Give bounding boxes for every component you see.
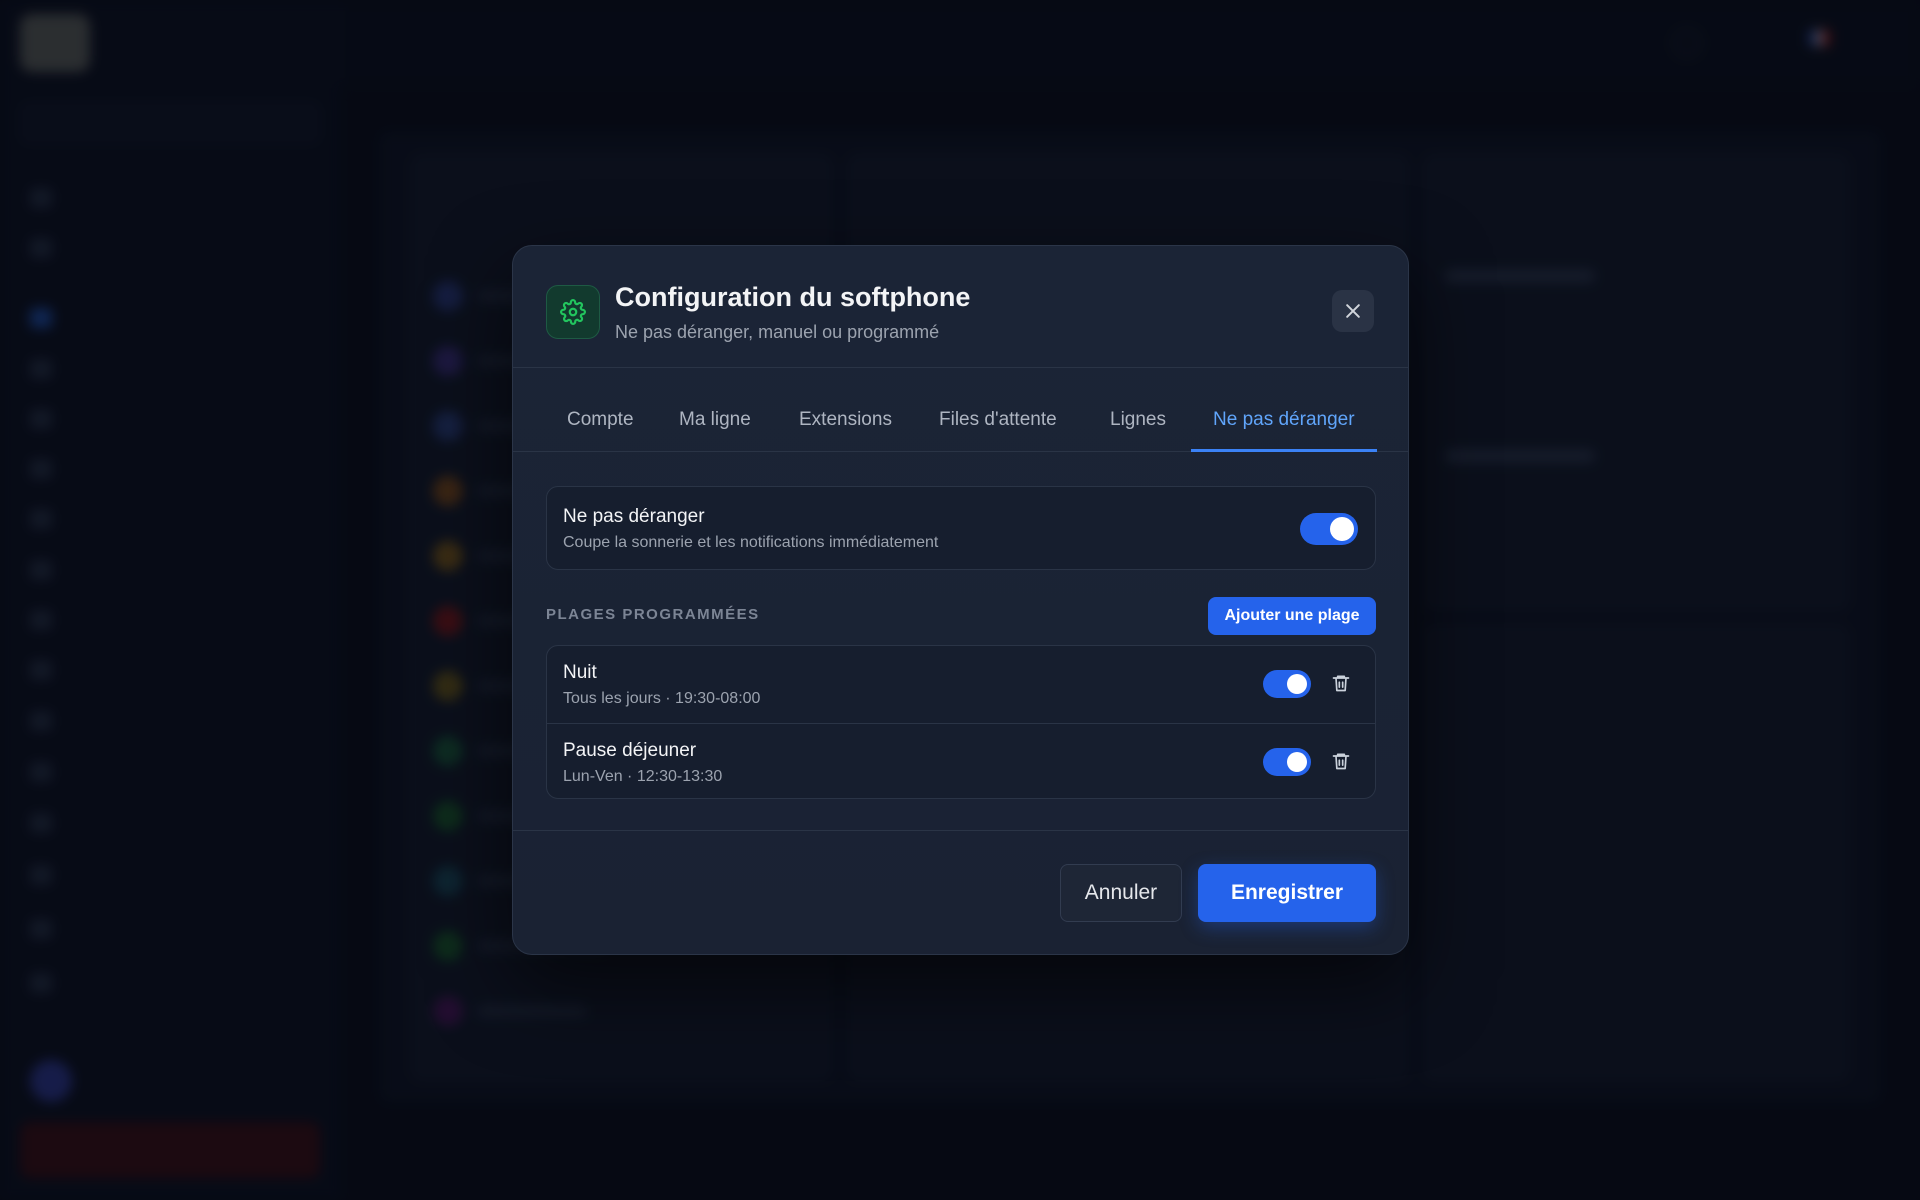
schedule-list: Nuit Tous les jours · 19:30-08:00 Pause … — [546, 645, 1376, 799]
schedule-row: Pause déjeuner Lun-Ven · 12:30-13:30 — [547, 723, 1375, 799]
schedule-toggle[interactable] — [1263, 748, 1311, 776]
schedule-time: Lun-Ven · 12:30-13:30 — [563, 768, 723, 785]
schedule-toggle[interactable] — [1263, 670, 1311, 698]
dnd-description: Coupe la sonnerie et les notifications i… — [563, 534, 939, 551]
schedules-section-label: PLAGES PROGRAMMÉES — [546, 606, 760, 623]
add-schedule-button[interactable]: Ajouter une plage — [1208, 597, 1376, 635]
trash-icon — [1332, 753, 1350, 770]
cancel-button[interactable]: Annuler — [1060, 864, 1182, 922]
gear-icon — [546, 285, 600, 339]
toggle-knob — [1287, 752, 1307, 772]
delete-schedule-button[interactable] — [1331, 750, 1353, 774]
schedule-time: Tous les jours · 19:30-08:00 — [563, 690, 761, 707]
tab-ma-ligne[interactable]: Ma ligne — [679, 368, 751, 452]
softphone-config-dialog: Configuration du softphone Ne pas dérang… — [512, 245, 1409, 955]
tab-ne-pas-deranger[interactable]: Ne pas déranger — [1191, 368, 1377, 452]
dialog-title: Configuration du softphone — [615, 282, 971, 312]
dnd-card: Ne pas déranger Coupe la sonnerie et les… — [546, 486, 1376, 570]
dialog-subtitle: Ne pas déranger, manuel ou programmé — [615, 322, 940, 342]
settings-tabs: Compte Ma ligne Extensions Files d'atten… — [513, 368, 1408, 452]
tab-lignes[interactable]: Lignes — [1110, 368, 1166, 452]
dnd-toggle[interactable] — [1300, 513, 1358, 545]
tab-compte[interactable]: Compte — [567, 368, 634, 452]
tab-extensions[interactable]: Extensions — [799, 368, 892, 452]
schedule-name: Nuit — [563, 662, 597, 683]
delete-schedule-button[interactable] — [1331, 672, 1353, 696]
schedule-row: Nuit Tous les jours · 19:30-08:00 — [547, 646, 1375, 722]
trash-icon — [1332, 675, 1350, 692]
close-button[interactable] — [1332, 290, 1374, 332]
dnd-title: Ne pas déranger — [563, 506, 705, 527]
close-icon — [1346, 304, 1360, 318]
schedule-name: Pause déjeuner — [563, 740, 697, 761]
toggle-knob — [1287, 674, 1307, 694]
toggle-knob — [1330, 517, 1354, 541]
dialog-header: Configuration du softphone Ne pas dérang… — [513, 246, 1408, 368]
save-button[interactable]: Enregistrer — [1198, 864, 1376, 922]
dialog-footer: Annuler Enregistrer — [513, 830, 1408, 954]
tab-files-attente[interactable]: Files d'attente — [939, 368, 1057, 452]
